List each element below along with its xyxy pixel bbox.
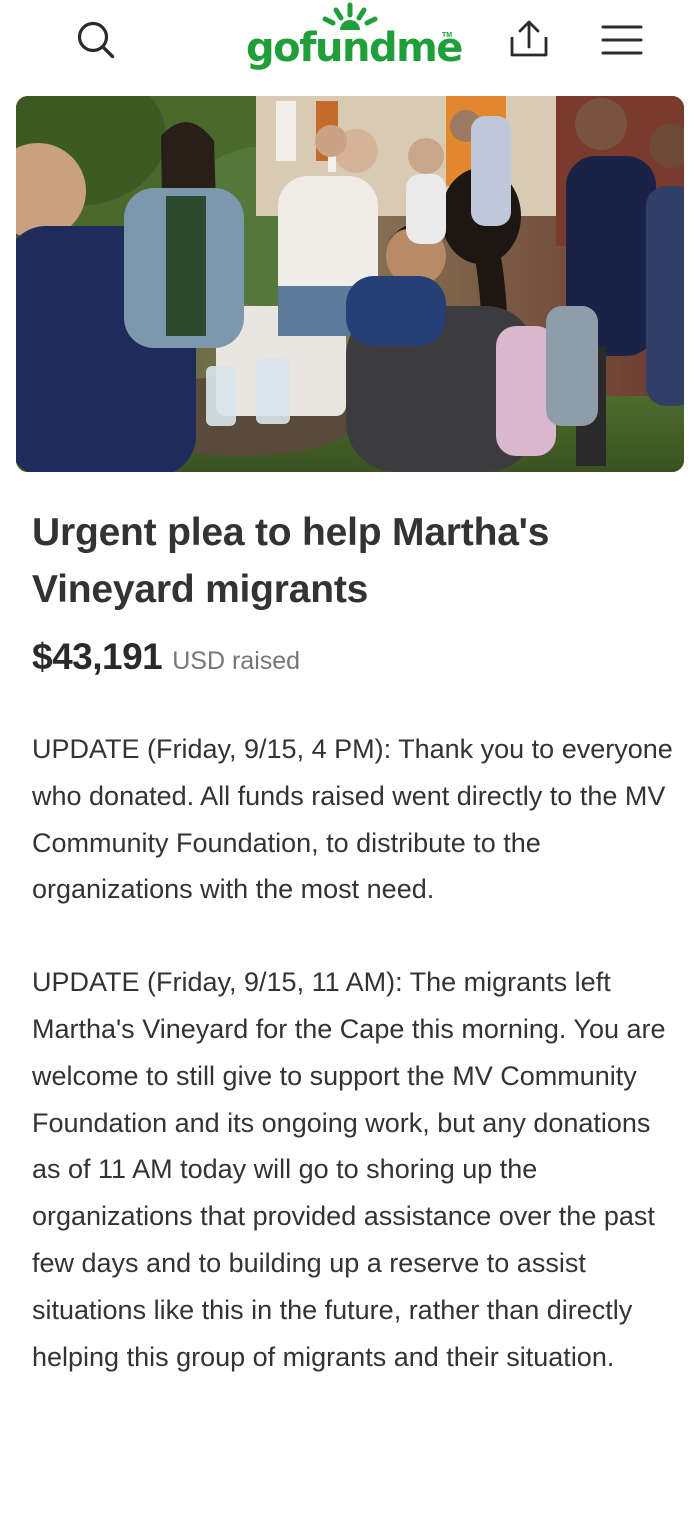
hero-photo [16, 96, 684, 472]
logo-wordmark: gofundme [246, 25, 463, 71]
raised-amount-value: $43,191 [32, 636, 163, 677]
gofundme-logo[interactable]: gofundme TM [240, 0, 463, 86]
share-icon [510, 20, 548, 57]
search-icon [77, 21, 115, 59]
campaign-hero-image [16, 96, 684, 472]
search-button[interactable] [70, 14, 122, 66]
update-paragraph: UPDATE (Friday, 9/15, 11 AM): The migran… [32, 967, 666, 1372]
menu-button[interactable] [596, 14, 648, 66]
campaign-title: Urgent plea to help Martha's Vineyard mi… [32, 511, 550, 611]
trademark-mark: TM [442, 32, 453, 39]
update-paragraph: UPDATE (Friday, 9/15, 4 PM): Thank you t… [32, 734, 673, 905]
top-navigation-bar: gofundme TM [0, 0, 700, 86]
campaign-story: UPDATE (Friday, 9/15, 4 PM): Thank you t… [32, 726, 682, 1380]
share-button[interactable] [502, 12, 556, 66]
raised-amount-label: USD raised [172, 647, 301, 675]
hamburger-menu-icon [601, 25, 643, 55]
amount-raised: $43,191 USD raised [32, 636, 300, 686]
